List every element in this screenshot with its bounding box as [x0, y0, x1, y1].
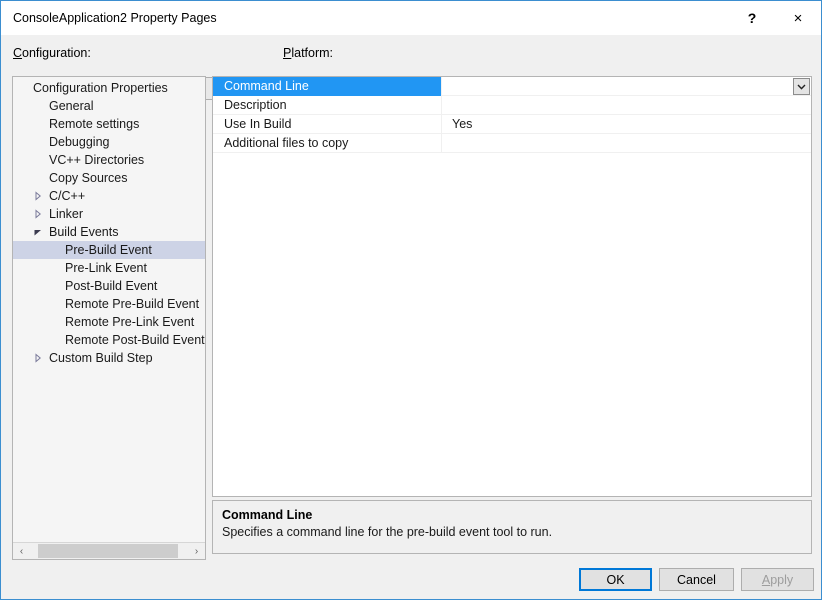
tree-item-build-events[interactable]: Build Events	[13, 223, 205, 241]
chevron-down-icon	[797, 84, 806, 90]
property-value-text: Yes	[452, 117, 473, 131]
scroll-left-glyph: ‹	[19, 545, 24, 557]
tree-item-vc-directories[interactable]: VC++ Directories	[13, 151, 205, 169]
property-value[interactable]: Yes	[441, 115, 811, 134]
close-icon[interactable]: ×	[775, 1, 821, 35]
property-pages-dialog: ConsoleApplication2 Property Pages ? × C…	[0, 0, 822, 600]
configuration-tree-panel: Configuration Properties General Remote se…	[12, 76, 206, 560]
cancel-button[interactable]: Cancel	[659, 568, 734, 591]
configuration-tree[interactable]: Configuration Properties General Remote se…	[13, 79, 205, 541]
property-name: Command Line	[213, 77, 441, 96]
description-text: Specifies a command line for the pre-bui…	[222, 525, 553, 539]
tree-item-copy-sources[interactable]: Copy Sources	[13, 169, 205, 187]
property-grid[interactable]: Command Line Description Use In Build Yes Ad…	[212, 76, 812, 497]
tree-horizontal-scrollbar[interactable]: ‹ ›	[13, 542, 205, 559]
window-title: ConsoleApplication2 Property Pages	[13, 11, 217, 25]
property-row[interactable]: Command Line	[213, 77, 811, 96]
property-value[interactable]	[441, 96, 811, 115]
tree-item-label: Custom Build Step	[49, 351, 153, 365]
platform-label: Platform:	[283, 46, 334, 60]
tree-item-pre-link-event[interactable]: Pre-Link Event	[13, 259, 205, 277]
expand-arrow-icon[interactable]	[33, 191, 43, 201]
help-glyph: ?	[747, 10, 757, 26]
tree-item-remote-pre-build-event[interactable]: Remote Pre-Build Event	[13, 295, 205, 313]
tree-item-label: Remote settings	[49, 117, 140, 131]
tree-item-label: Remote Pre-Build Event	[65, 297, 200, 311]
tree-item-label: Configuration Properties	[33, 81, 168, 95]
property-name: Additional files to copy	[213, 134, 441, 153]
tree-item-label: Remote Pre-Link Event	[65, 315, 195, 329]
expand-arrow-icon[interactable]	[33, 209, 43, 219]
property-name: Description	[213, 96, 441, 115]
tree-item-label: Linker	[49, 207, 84, 221]
close-glyph: ×	[793, 9, 803, 27]
property-value[interactable]	[441, 77, 811, 96]
ok-button[interactable]: OK	[579, 568, 652, 591]
tree-item-c-c[interactable]: C/C++	[13, 187, 205, 205]
tree-item-pre-build-event[interactable]: Pre-Build Event	[13, 241, 205, 259]
property-name: Use In Build	[213, 115, 441, 134]
scroll-right-icon[interactable]: ›	[188, 543, 205, 559]
tree-item-remote-settings[interactable]: Remote settings	[13, 115, 205, 133]
tree-item-label: Build Events	[49, 225, 119, 239]
collapse-arrow-icon[interactable]	[13, 83, 21, 93]
tree-item-label: Debugging	[49, 135, 110, 149]
property-row[interactable]: Description	[213, 96, 811, 115]
help-icon[interactable]: ?	[729, 1, 775, 35]
tree-item-label: Pre-Link Event	[65, 261, 147, 275]
expand-arrow-icon[interactable]	[33, 353, 43, 363]
tree-item-label: Pre-Build Event	[65, 243, 152, 257]
tree-item-general[interactable]: General	[13, 97, 205, 115]
configuration-toolbar: Configuration: Active(Debug) Platform: A…	[1, 35, 821, 101]
property-value[interactable]	[441, 134, 811, 153]
tree-item-label: Remote Post-Build Event	[65, 333, 205, 347]
tree-item-remote-post-build-event[interactable]: Remote Post-Build Event	[13, 331, 205, 349]
tree-item-post-build-event[interactable]: Post-Build Event	[13, 277, 205, 295]
title-bar: ConsoleApplication2 Property Pages ? ×	[1, 0, 821, 35]
tree-item-custom-build-step[interactable]: Custom Build Step	[13, 349, 205, 367]
tree-item-debugging[interactable]: Debugging	[13, 133, 205, 151]
tree-item-label: Copy Sources	[49, 171, 128, 185]
property-row[interactable]: Use In Build Yes	[213, 115, 811, 134]
property-description-panel: Command Line Specifies a command line fo…	[212, 500, 812, 554]
tree-item-configuration-properties[interactable]: Configuration Properties	[13, 79, 205, 97]
description-title: Command Line	[222, 508, 313, 522]
value-dropdown-button[interactable]	[793, 78, 810, 95]
tree-item-remote-pre-link-event[interactable]: Remote Pre-Link Event	[13, 313, 205, 331]
tree-item-label: General	[49, 99, 94, 113]
collapse-arrow-icon[interactable]	[33, 227, 43, 237]
scrollbar-thumb[interactable]	[38, 544, 178, 558]
tree-item-label: VC++ Directories	[49, 153, 145, 167]
scroll-right-glyph: ›	[194, 545, 199, 557]
tree-item-label: C/C++	[49, 189, 86, 203]
property-row[interactable]: Additional files to copy	[213, 134, 811, 153]
tree-item-linker[interactable]: Linker	[13, 205, 205, 223]
apply-button: Apply	[741, 568, 814, 591]
scroll-left-icon[interactable]: ‹	[13, 543, 30, 559]
tree-item-label: Post-Build Event	[65, 279, 158, 293]
configuration-label: Configuration:	[13, 46, 91, 60]
